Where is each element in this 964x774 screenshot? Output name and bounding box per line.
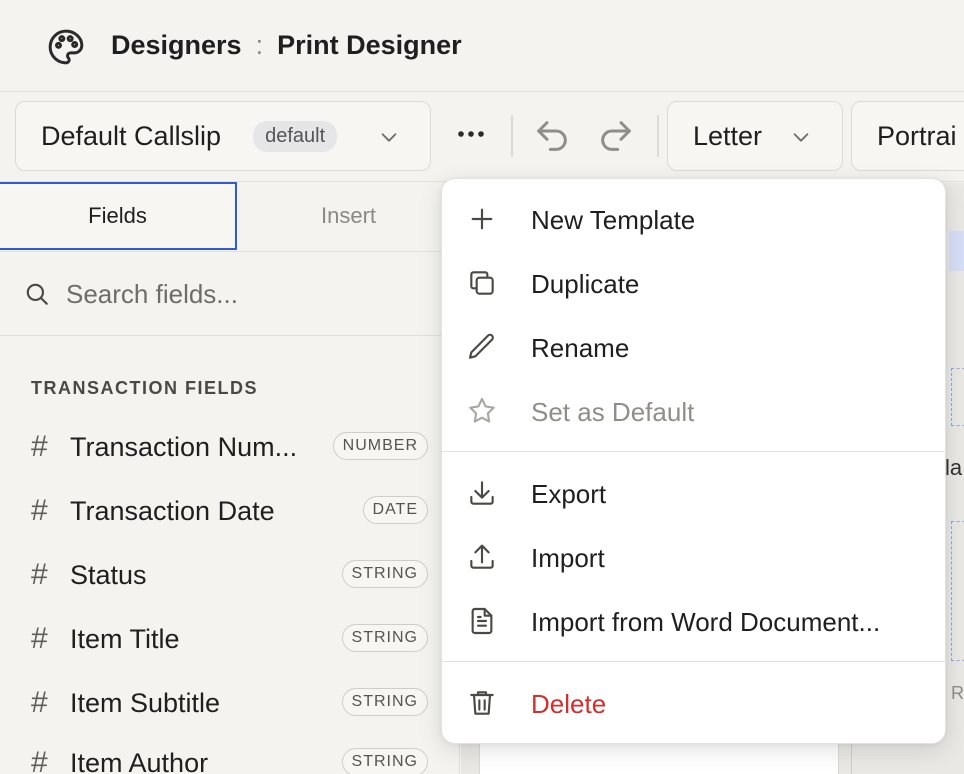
- hash-icon: #: [31, 686, 48, 719]
- toolbar: Default Callslip default Letter Portrai: [0, 92, 964, 182]
- trash-icon: [470, 691, 494, 715]
- pencil-icon: [468, 333, 494, 359]
- toolbar-divider: [657, 115, 659, 157]
- breadcrumb-separator: :: [255, 30, 264, 60]
- menu-item-label: Set as Default: [531, 397, 695, 427]
- star-icon: [469, 397, 495, 423]
- menu-item-label: Import from Word Document...: [531, 607, 881, 637]
- field-type-badge: STRING: [341, 560, 428, 588]
- menu-item-set-as-default: Set as Default: [442, 383, 947, 439]
- undo-icon[interactable]: [532, 116, 572, 156]
- plus-icon: [471, 208, 493, 230]
- template-select[interactable]: Default Callslip default: [15, 101, 431, 171]
- orientation-select[interactable]: Portrai: [851, 101, 964, 171]
- canvas-text-fragment: la: [945, 455, 963, 480]
- menu-item-duplicate[interactable]: Duplicate: [442, 255, 947, 311]
- tab-fields[interactable]: Fields: [0, 182, 237, 250]
- field-item[interactable]: # Item Author STRING: [0, 738, 460, 774]
- paper-size-value: Letter: [693, 120, 763, 151]
- breadcrumb-root[interactable]: Designers: [111, 30, 242, 61]
- field-item[interactable]: # Item Title STRING: [0, 614, 460, 664]
- copy-icon: [470, 271, 494, 295]
- upload-icon: [470, 544, 494, 569]
- field-item[interactable]: # Transaction Date DATE: [0, 486, 460, 536]
- menu-item-label: Duplicate: [531, 269, 640, 299]
- menu-item-label: Rename: [531, 333, 630, 363]
- menu-item-export[interactable]: Export: [442, 465, 947, 521]
- default-badge: default: [253, 120, 338, 152]
- fields-sidebar: Fields Insert TRANSACTION FIELDS # Trans…: [0, 182, 460, 774]
- tab-insert[interactable]: Insert: [237, 182, 460, 250]
- search-input[interactable]: [66, 274, 436, 314]
- menu-separator: [442, 451, 947, 452]
- menu-separator: [442, 661, 947, 662]
- chevron-down-icon: [381, 133, 397, 142]
- menu-item-label: Export: [531, 479, 607, 509]
- hash-icon: #: [31, 494, 48, 527]
- field-type-badge: NUMBER: [332, 432, 428, 460]
- menu-item-label: Import: [531, 543, 605, 573]
- canvas-text-fragment: R: [951, 683, 964, 703]
- field-type-badge: STRING: [341, 748, 428, 774]
- canvas-header-band: [949, 231, 964, 271]
- field-type-badge: STRING: [341, 688, 428, 716]
- toolbar-divider: [511, 115, 513, 157]
- orientation-value: Portrai: [877, 120, 957, 151]
- canvas-element[interactable]: [951, 521, 964, 661]
- field-type-badge: STRING: [341, 624, 428, 652]
- hash-icon: #: [31, 558, 48, 591]
- field-name: Status: [70, 560, 147, 590]
- field-name: Transaction Num...: [70, 432, 298, 462]
- more-options-button[interactable]: [449, 112, 493, 156]
- menu-item-label: Delete: [531, 689, 607, 719]
- more-horizontal-icon: [458, 131, 484, 137]
- field-name: Item Title: [70, 624, 180, 654]
- redo-icon[interactable]: [596, 116, 636, 156]
- download-icon: [470, 481, 494, 505]
- palette-icon: [48, 29, 84, 65]
- document-icon: [471, 607, 493, 635]
- field-item[interactable]: # Transaction Num... NUMBER: [0, 422, 460, 472]
- template-actions-menu: New Template Duplicate Rename Set as Def…: [441, 178, 947, 744]
- search-icon: [26, 283, 48, 305]
- breadcrumb: Designers : Print Designer: [111, 30, 462, 61]
- hash-icon: #: [31, 622, 48, 655]
- field-name: Item Author: [70, 748, 209, 774]
- paper-size-select[interactable]: Letter: [667, 101, 843, 171]
- sidebar-tabs: Fields Insert: [0, 182, 460, 252]
- menu-item-import[interactable]: Import: [442, 529, 947, 585]
- chevron-down-icon: [793, 133, 809, 142]
- field-item[interactable]: # Status STRING: [0, 550, 460, 600]
- app-header: Designers : Print Designer: [0, 0, 964, 92]
- template-name: Default Callslip: [41, 120, 222, 151]
- hash-icon: #: [31, 430, 48, 463]
- print-designer-app: Designers : Print Designer Default Calls…: [0, 0, 964, 774]
- breadcrumb-current: Print Designer: [277, 30, 462, 60]
- canvas-element[interactable]: [951, 368, 964, 426]
- menu-item-rename[interactable]: Rename: [442, 319, 947, 375]
- section-title: TRANSACTION FIELDS: [31, 378, 258, 398]
- field-search: [0, 252, 460, 336]
- field-item[interactable]: # Item Subtitle STRING: [0, 678, 460, 728]
- field-type-badge: DATE: [362, 496, 428, 524]
- menu-item-import-word[interactable]: Import from Word Document...: [442, 593, 947, 649]
- hash-icon: #: [31, 746, 48, 774]
- field-name: Transaction Date: [70, 496, 275, 526]
- field-name: Item Subtitle: [70, 688, 221, 718]
- menu-item-label: New Template: [531, 205, 696, 235]
- menu-item-delete[interactable]: Delete: [442, 675, 947, 731]
- menu-item-new-template[interactable]: New Template: [442, 191, 947, 247]
